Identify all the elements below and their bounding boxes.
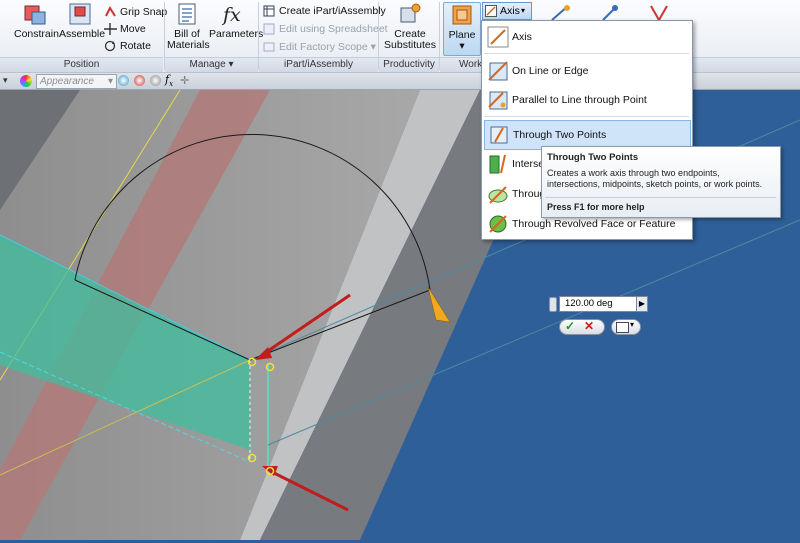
spreadsheet-icon (263, 23, 276, 35)
adjust-appearance-icon[interactable] (134, 75, 145, 86)
angle-input[interactable]: 120.00 deg (559, 296, 643, 312)
bill-of-materials-icon (174, 2, 200, 26)
factory-scope-icon (263, 41, 276, 53)
tooltip-divider (545, 197, 776, 198)
constrain-button[interactable]: Constrain (14, 2, 59, 40)
grip-snap-button[interactable]: Grip Snap (104, 4, 167, 20)
menu-separator (484, 116, 689, 117)
axis-icon (487, 26, 509, 48)
appearance-dropdown[interactable]: Appearance ▾ (36, 74, 117, 89)
chevron-down-icon[interactable]: ▾ (108, 75, 113, 88)
bill-of-materials-button[interactable]: Bill of Materials (167, 2, 210, 51)
axis-normal-icon (487, 183, 509, 205)
appearance-browser-icon[interactable] (118, 75, 129, 86)
table-icon (263, 5, 276, 17)
chevron-down-icon[interactable]: ▾ (521, 3, 525, 19)
toolbar-overflow-icon[interactable]: ▾ (3, 75, 8, 86)
parameters-button[interactable]: fx Parameters (209, 2, 263, 40)
function-fx-icon: fx (220, 2, 246, 26)
color-wheel-icon[interactable] (20, 75, 32, 87)
menu-item-parallel-through-point[interactable]: Parallel to Line through Point (484, 86, 689, 114)
productivity-panel-label: Productivity (379, 57, 439, 72)
constrain-icon (22, 2, 48, 26)
ipart-panel-label: iPart/iAssembly (259, 57, 378, 72)
position-panel-label: Position (0, 57, 163, 72)
axis-revolved-icon (487, 213, 509, 235)
plane-button[interactable]: Plane ▾ (443, 2, 481, 56)
menu-separator (484, 53, 689, 54)
grip-snap-icon (104, 6, 117, 18)
function-fx-icon[interactable]: fx (165, 73, 173, 88)
svg-text:fx: fx (221, 4, 241, 26)
chevron-right-icon[interactable]: ▶ (636, 296, 648, 312)
axis-on-line-icon (487, 60, 509, 82)
axis-intersection-icon (487, 153, 509, 175)
clear-appearance-icon[interactable] (150, 75, 161, 86)
menu-item-on-line-or-edge[interactable]: On Line or Edge (484, 57, 689, 85)
substitutes-icon (397, 2, 423, 26)
axis-icon (485, 5, 497, 17)
assemble-icon (67, 2, 93, 26)
axis-parallel-icon (487, 89, 509, 111)
move-cross-icon[interactable]: ✛ (180, 74, 189, 87)
create-substitutes-button[interactable]: Create Substitutes (382, 2, 438, 51)
tooltip-description: Creates a work axis through two endpoint… (547, 168, 763, 189)
rotate-button[interactable]: Rotate (104, 38, 151, 54)
tooltip-help: Press F1 for more help (547, 202, 645, 212)
move-icon (104, 23, 117, 36)
axis-two-points-icon (488, 124, 510, 146)
options-list-icon (616, 322, 629, 333)
options-menu-button[interactable]: ▾ (611, 319, 641, 335)
rotate-icon (104, 40, 117, 52)
tooltip-title: Through Two Points (547, 152, 639, 163)
close-icon[interactable]: ✕ (584, 319, 594, 333)
assemble-button[interactable]: Assemble (59, 2, 105, 40)
chevron-down-icon: ▾ (630, 320, 635, 329)
edit-spreadsheet-button[interactable]: Edit using Spreadsheet (263, 21, 388, 37)
work-plane-icon (449, 3, 475, 27)
menu-item-axis[interactable]: Axis (484, 23, 689, 51)
edit-factory-scope-button[interactable]: Edit Factory Scope ▾ (263, 39, 376, 55)
apply-cancel-group: ✓ ✕ (559, 319, 605, 335)
checkmark-icon[interactable]: ✓ (565, 319, 575, 333)
move-button[interactable]: Move (104, 21, 146, 37)
manage-panel-label[interactable]: Manage ▾ (165, 57, 258, 72)
command-tooltip: Through Two Points Creates a work axis t… (541, 146, 781, 218)
create-ipart-button[interactable]: Create iPart/iAssembly (263, 3, 386, 19)
drag-handle[interactable] (549, 297, 557, 312)
axis-split-button[interactable]: Axis ▾ (482, 2, 532, 20)
